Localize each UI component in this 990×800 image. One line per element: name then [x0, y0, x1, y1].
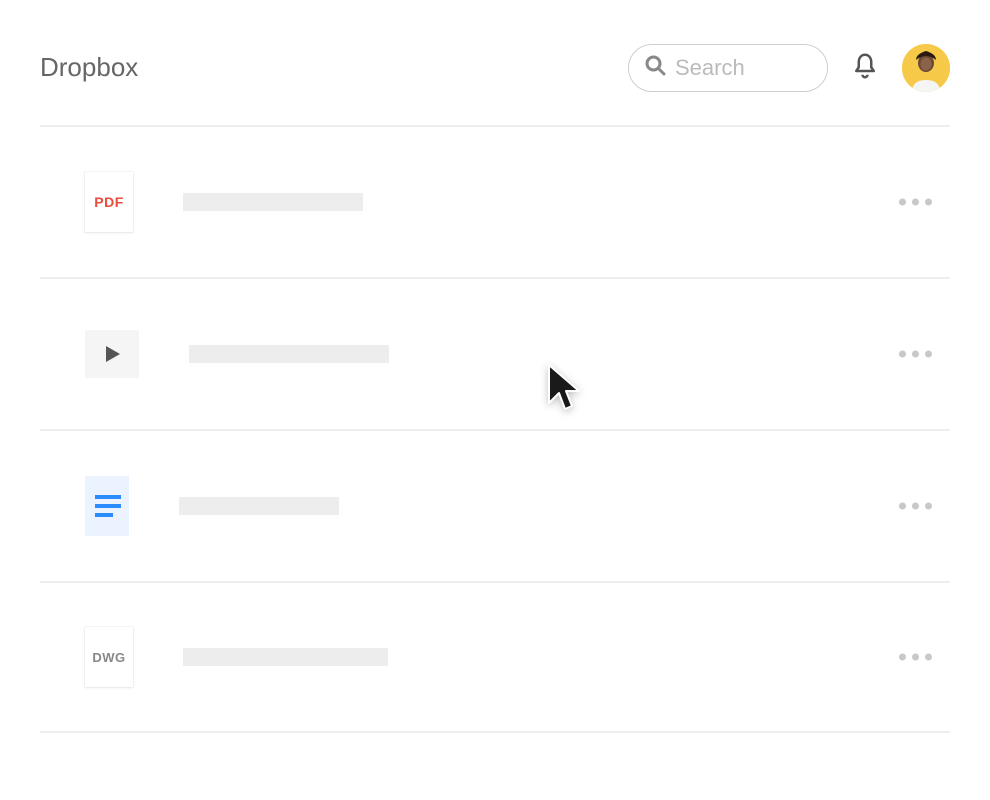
header: Dropbox: [0, 0, 990, 125]
file-name-placeholder: [183, 648, 388, 666]
file-name-placeholder: [179, 497, 339, 515]
search-input[interactable]: [675, 55, 795, 81]
brand-title: Dropbox: [40, 52, 138, 83]
search-box[interactable]: [628, 44, 828, 92]
bell-icon: [850, 51, 880, 84]
more-options-button[interactable]: [891, 191, 940, 214]
avatar[interactable]: [902, 44, 950, 92]
more-options-button[interactable]: [891, 495, 940, 518]
file-type-pdf-icon: PDF: [85, 172, 133, 232]
file-row[interactable]: [40, 277, 950, 429]
file-list: PDF DWG: [0, 125, 990, 733]
search-icon: [643, 53, 667, 82]
file-type-video-icon: [85, 330, 139, 378]
file-row[interactable]: [40, 429, 950, 581]
play-icon: [102, 344, 122, 364]
avatar-image: [902, 44, 950, 92]
file-name-placeholder: [183, 193, 363, 211]
header-actions: [628, 44, 950, 92]
notifications-button[interactable]: [850, 51, 880, 84]
more-options-button[interactable]: [891, 646, 940, 669]
more-options-button[interactable]: [891, 343, 940, 366]
file-row[interactable]: PDF: [40, 125, 950, 277]
file-type-document-icon: [85, 476, 129, 536]
file-type-dwg-icon: DWG: [85, 627, 133, 687]
document-lines-icon: [93, 495, 121, 517]
file-name-placeholder: [189, 345, 389, 363]
file-row[interactable]: DWG: [40, 581, 950, 733]
